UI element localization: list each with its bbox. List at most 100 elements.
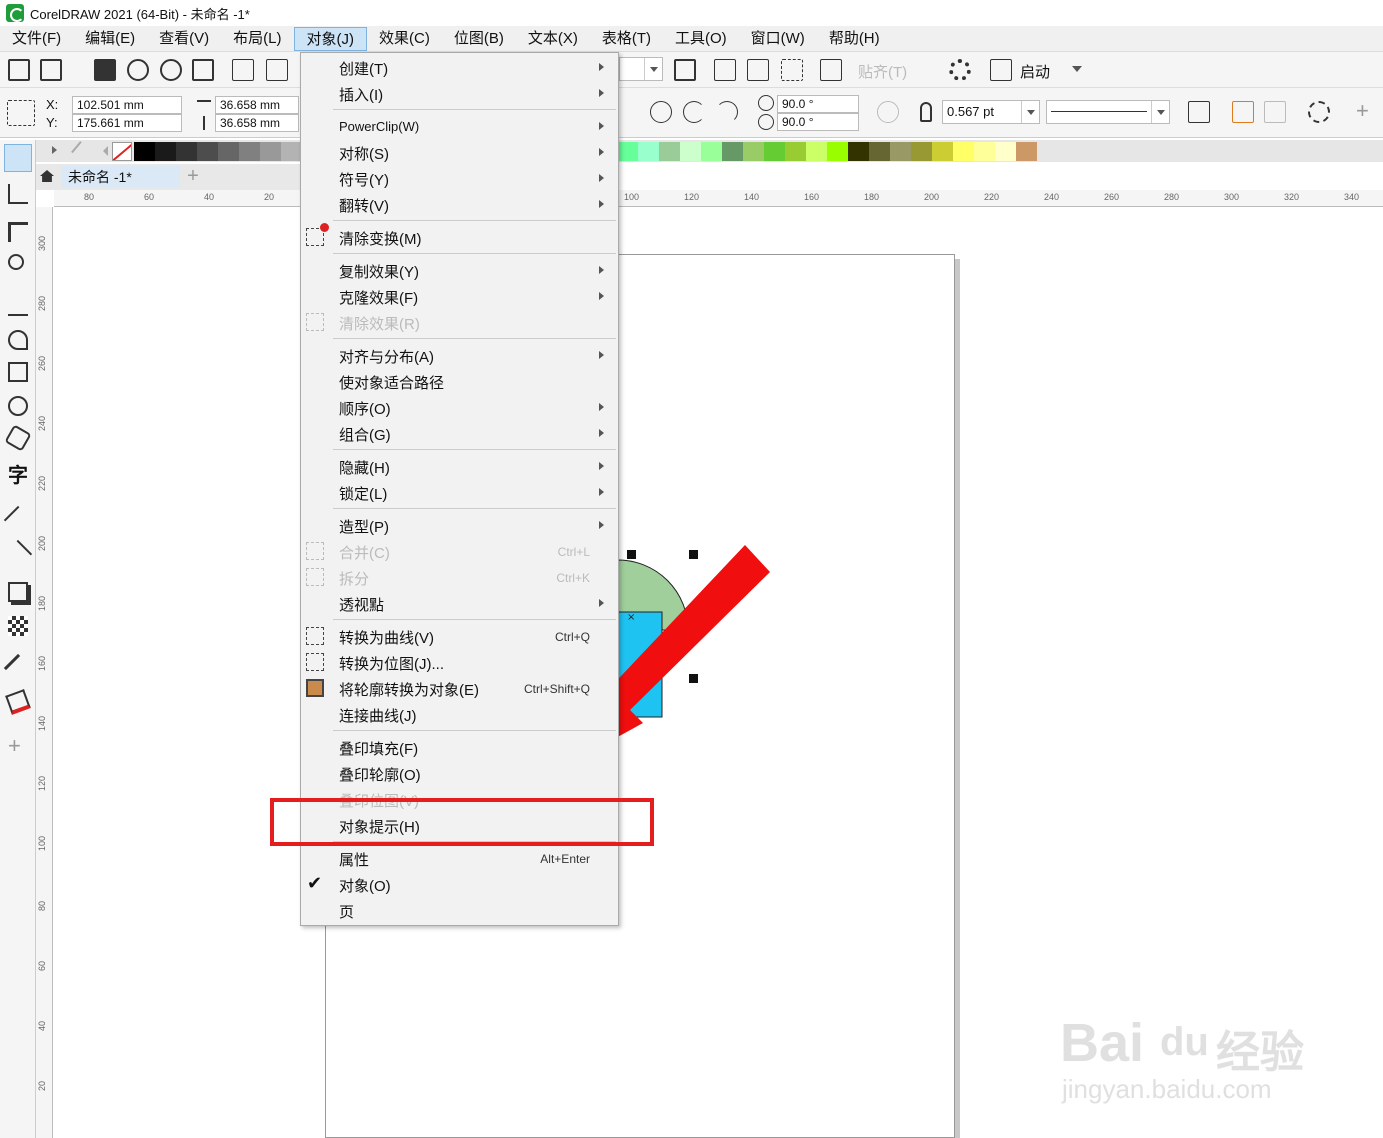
home-icon[interactable] [40,170,54,182]
customize-toolbox-plus-icon[interactable]: + [8,735,28,757]
convert-to-curves-icon[interactable] [1308,101,1330,123]
options-gear-icon[interactable] [949,59,971,81]
menu-bitmaps[interactable]: 位图(B) [442,27,516,51]
color-swatch[interactable] [239,142,260,161]
new-tab-plus-icon[interactable]: + [184,166,202,186]
color-swatch[interactable] [806,142,827,161]
menu-item[interactable]: 对称(S) [301,140,618,166]
vertical-ruler[interactable]: 300 280 260 240 220 200 180 160 140 120 100 80 60 40 2… [36,207,53,1138]
show-guidelines-icon[interactable] [781,59,803,81]
to-back-icon[interactable] [1264,101,1286,123]
launch-icon[interactable] [990,59,1012,81]
menu-file[interactable]: 文件(F) [0,27,73,51]
snap-off-icon[interactable] [820,59,842,81]
menu-item[interactable]: ✔ 对象(O) [301,872,618,898]
menu-item[interactable]: 透视點 [301,591,618,617]
color-swatch[interactable] [680,142,701,161]
add-property-plus-icon[interactable]: + [1356,98,1369,124]
color-swatch[interactable] [701,142,722,161]
palette-play-icon[interactable] [52,146,61,154]
x-position-field[interactable]: 102.501 mm [72,96,182,114]
color-swatch[interactable] [764,142,785,161]
open-folder-icon[interactable] [40,59,62,81]
horizontal-ruler[interactable]: 80 60 40 20 100 120 140 160 180 200 220 240 260 280 30… [54,190,1383,207]
color-swatch[interactable] [281,142,302,161]
color-swatch[interactable] [911,142,932,161]
color-swatch[interactable] [932,142,953,161]
menu-item[interactable]: 清除变换(M) [301,223,618,251]
color-swatch[interactable] [722,142,743,161]
menu-help[interactable]: 帮助(H) [817,27,892,51]
end-angle-field[interactable]: 90.0 ° [777,113,859,131]
color-swatch[interactable] [848,142,869,161]
show-grid-icon[interactable] [747,59,769,81]
import-icon[interactable] [232,59,254,81]
arc-shape-icon[interactable] [716,101,738,123]
height-field[interactable]: 36.658 mm [215,114,299,132]
menu-effects[interactable]: 效果(C) [367,27,442,51]
shape-tool-icon[interactable] [8,184,28,204]
pick-tool-arrow-icon[interactable] [4,144,32,172]
snap-to-label[interactable]: 贴齐(T) [858,61,907,82]
color-swatch[interactable] [869,142,890,161]
menu-item[interactable]: 克隆效果(F) [301,284,618,310]
color-swatch[interactable] [260,142,281,161]
color-swatch[interactable] [218,142,239,161]
color-swatch[interactable] [197,142,218,161]
palette-scroll-left-icon[interactable] [98,146,108,156]
menu-item[interactable]: 翻转(V) [301,192,618,218]
ellipse-tool-icon[interactable] [8,396,28,416]
color-swatch[interactable] [638,142,659,161]
menu-tools[interactable]: 工具(O) [663,27,739,51]
rectangle-tool-icon[interactable] [8,362,28,382]
menu-item[interactable]: 符号(Y) [301,166,618,192]
freehand-tool-icon[interactable] [8,296,28,316]
menu-item[interactable]: 页 [301,898,618,924]
outline-width-dropdown[interactable]: 0.567 pt [942,100,1040,124]
export-icon[interactable] [266,59,288,81]
launch-label[interactable]: 启动 [1020,61,1050,82]
palette-eyedropper-icon[interactable] [71,141,91,161]
menu-text[interactable]: 文本(X) [516,27,590,51]
zoom-level-dropdown[interactable] [619,57,663,81]
menu-item[interactable]: 造型(P) [301,513,618,539]
color-swatch[interactable] [134,142,155,161]
color-swatch[interactable] [827,142,848,161]
menu-item[interactable]: 转换为位图(J)... [301,650,618,676]
menu-item[interactable]: 隐藏(H) [301,454,618,480]
menu-item[interactable]: 连接曲线(J) [301,702,618,728]
connector-tool-icon[interactable] [3,539,33,569]
menu-item[interactable]: 插入(I) [301,81,618,107]
color-swatch[interactable] [155,142,176,161]
to-front-icon[interactable] [1232,101,1254,123]
menu-window[interactable]: 窗口(W) [739,27,817,51]
text-wrap-icon[interactable] [1188,101,1210,123]
ellipse-shape-icon[interactable] [650,101,672,123]
color-swatch[interactable] [743,142,764,161]
color-swatch[interactable] [953,142,974,161]
cloud-upload-icon[interactable] [160,59,182,81]
menu-edit[interactable]: 编辑(E) [73,27,147,51]
menu-table[interactable]: 表格(T) [590,27,663,51]
dimension-tool-icon[interactable] [3,505,33,535]
zoom-tool-icon[interactable] [8,254,24,270]
menu-item[interactable]: 组合(G) [301,421,618,447]
no-fill-swatch[interactable] [112,142,132,161]
save-icon[interactable] [94,59,116,81]
menu-item[interactable]: 对齐与分布(A) [301,343,618,369]
new-document-icon[interactable] [8,59,30,81]
pie-shape-icon[interactable] [683,101,705,123]
line-style-dropdown[interactable] [1046,100,1170,124]
menu-item[interactable]: 属性 Alt+Enter [301,846,618,872]
drop-shadow-tool-icon[interactable] [8,582,28,602]
menu-item[interactable]: 锁定(L) [301,480,618,506]
color-swatch[interactable] [617,142,638,161]
menu-item[interactable]: 复制效果(Y) [301,258,618,284]
menu-view[interactable]: 查看(V) [147,27,221,51]
start-angle-field[interactable]: 90.0 ° [777,95,859,113]
color-swatch[interactable] [1016,142,1037,161]
menu-item[interactable]: 顺序(O) [301,395,618,421]
text-tool-icon[interactable]: 字 [8,466,28,486]
launch-chevron-down-icon[interactable] [1072,66,1082,77]
full-screen-icon[interactable] [674,59,696,81]
